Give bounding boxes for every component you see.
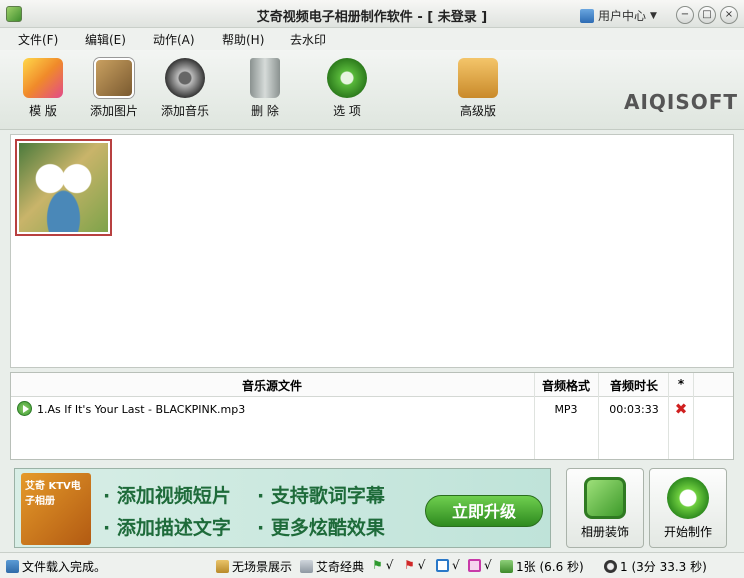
music-duration: 00:03:33 bbox=[609, 403, 659, 416]
scene-text: 无场景展示 bbox=[232, 560, 293, 574]
music-table-header: 音乐源文件 音频格式 音频时长 * bbox=[11, 373, 733, 397]
advanced-edition-label: 高级版 bbox=[459, 104, 496, 118]
recycle-bin-icon bbox=[250, 58, 280, 98]
add-picture-icon bbox=[94, 58, 134, 98]
red-flag-toggle[interactable]: ⚑ √ bbox=[404, 558, 425, 572]
decorate-frame-icon bbox=[584, 477, 626, 519]
green-flag-icon: ⚑ bbox=[372, 558, 383, 572]
ktv-product-box: 艾奇 KTV电子相册 bbox=[21, 473, 91, 545]
header-delete-column: * bbox=[677, 377, 685, 391]
user-center-menu[interactable]: 用户中心 ▼ bbox=[580, 7, 657, 24]
theme-text: 艾奇经典 bbox=[316, 560, 365, 574]
delete-music-icon[interactable]: ✖ bbox=[669, 400, 693, 418]
album-decorate-button[interactable]: 相册装饰 bbox=[566, 468, 644, 548]
photo-thumbnail[interactable] bbox=[15, 139, 112, 236]
album-decorate-label: 相册装饰 bbox=[580, 525, 629, 539]
border-check: √ bbox=[452, 558, 460, 572]
user-center-label: 用户中心 bbox=[598, 9, 647, 23]
menu-file[interactable]: 文件(F) bbox=[18, 31, 58, 48]
caption-toggle[interactable]: √ bbox=[468, 558, 492, 572]
title-bar: 艾奇视频电子相册制作软件 - [ 未登录 ] 用户中心 ▼ − □ × bbox=[0, 0, 744, 28]
options-gear-icon bbox=[327, 58, 367, 98]
green-flag-check: √ bbox=[385, 558, 394, 572]
theme-selector[interactable]: 艾奇经典 bbox=[300, 558, 364, 575]
template-icon bbox=[23, 58, 63, 98]
green-flag-toggle[interactable]: ⚑ √ bbox=[372, 558, 393, 572]
close-button[interactable]: × bbox=[720, 6, 738, 24]
status-bar: 文件载入完成。 无场景展示 艾奇经典 ⚑ √ ⚑ √ √ √ 1张 (6.6 秒… bbox=[0, 552, 744, 578]
upgrade-arrow-icon bbox=[458, 58, 498, 98]
banner-feature-lyrics: · 支持歌词字幕 bbox=[257, 485, 385, 507]
border-toggle[interactable]: √ bbox=[436, 558, 460, 572]
banner-feature-effects: · 更多炫酷效果 bbox=[257, 517, 385, 539]
start-making-label: 开始制作 bbox=[663, 525, 712, 539]
scene-toggle[interactable]: 无场景展示 bbox=[216, 558, 292, 575]
red-flag-check: √ bbox=[417, 558, 426, 572]
scene-icon bbox=[216, 560, 229, 573]
add-music-button[interactable]: 添加音乐 bbox=[150, 54, 220, 119]
advanced-edition-button[interactable]: 高级版 bbox=[443, 54, 513, 119]
options-label: 选 项 bbox=[333, 104, 361, 118]
menu-bar: 文件(F) 编辑(E) 动作(A) 帮助(H) 去水印 bbox=[0, 28, 744, 50]
add-music-label: 添加音乐 bbox=[160, 104, 209, 118]
template-label: 模 版 bbox=[29, 104, 57, 118]
start-making-button[interactable]: 开始制作 bbox=[649, 468, 727, 548]
caption-check: √ bbox=[484, 558, 492, 572]
music-count: 1 (3分 33.3 秒) bbox=[604, 558, 707, 575]
options-button[interactable]: 选 项 bbox=[312, 54, 382, 119]
photo-count-text: 1张 (6.6 秒) bbox=[516, 560, 584, 574]
add-picture-label: 添加图片 bbox=[89, 104, 138, 118]
menu-remove-watermark[interactable]: 去水印 bbox=[290, 31, 326, 48]
header-source-file: 音乐源文件 bbox=[241, 379, 302, 393]
toolbar: 模 版 添加图片 添加音乐 删 除 选 项 高级版 AIQISOFT bbox=[0, 50, 744, 130]
status-message-text: 文件载入完成。 bbox=[22, 560, 107, 574]
music-file-name: 1.As If It's Your Last - BLACKPINK.mp3 bbox=[37, 403, 246, 416]
upgrade-now-button[interactable]: 立即升级 bbox=[425, 495, 543, 527]
menu-action[interactable]: 动作(A) bbox=[153, 31, 195, 48]
delete-button[interactable]: 删 除 bbox=[230, 54, 300, 119]
menu-edit[interactable]: 编辑(E) bbox=[85, 31, 126, 48]
chevron-down-icon: ▼ bbox=[650, 10, 657, 21]
menu-help[interactable]: 帮助(H) bbox=[222, 31, 264, 48]
banner-feature-text: · 添加描述文字 bbox=[103, 517, 231, 539]
caption-icon bbox=[468, 558, 481, 572]
photo-list-panel[interactable] bbox=[10, 134, 734, 368]
chart-icon bbox=[6, 560, 19, 573]
music-row[interactable]: 1.As If It's Your Last - BLACKPINK.mp3 M… bbox=[11, 399, 733, 421]
aiqisoft-logo: AIQISOFT bbox=[624, 90, 739, 114]
upgrade-banner[interactable]: 艾奇 KTV电子相册 · 添加视频短片 · 支持歌词字幕 · 添加描述文字 · … bbox=[14, 468, 551, 548]
status-message: 文件载入完成。 bbox=[6, 558, 106, 575]
add-picture-button[interactable]: 添加图片 bbox=[79, 54, 149, 119]
delete-label: 删 除 bbox=[251, 104, 279, 118]
theme-icon bbox=[300, 560, 313, 573]
minimize-button[interactable]: − bbox=[676, 6, 694, 24]
template-button[interactable]: 模 版 bbox=[8, 54, 78, 119]
start-refresh-icon bbox=[667, 477, 709, 519]
header-audio-duration: 音频时长 bbox=[609, 379, 658, 393]
add-music-icon bbox=[165, 58, 205, 98]
music-format: MP3 bbox=[554, 403, 578, 416]
music-count-text: 1 (3分 33.3 秒) bbox=[620, 560, 707, 574]
photo-count: 1张 (6.6 秒) bbox=[500, 558, 584, 575]
maximize-button[interactable]: □ bbox=[698, 6, 716, 24]
banner-feature-video: · 添加视频短片 bbox=[103, 485, 231, 507]
header-audio-format: 音频格式 bbox=[541, 379, 590, 393]
border-square-icon bbox=[436, 558, 449, 572]
music-list-panel: 音乐源文件 音频格式 音频时长 * 1.As If It's Your Last… bbox=[10, 372, 734, 460]
puppies-photo bbox=[19, 143, 108, 232]
user-icon bbox=[580, 8, 594, 23]
photo-count-icon bbox=[500, 560, 513, 573]
play-icon[interactable] bbox=[17, 401, 32, 416]
red-flag-icon: ⚑ bbox=[404, 558, 415, 572]
music-disc-icon bbox=[604, 560, 617, 573]
